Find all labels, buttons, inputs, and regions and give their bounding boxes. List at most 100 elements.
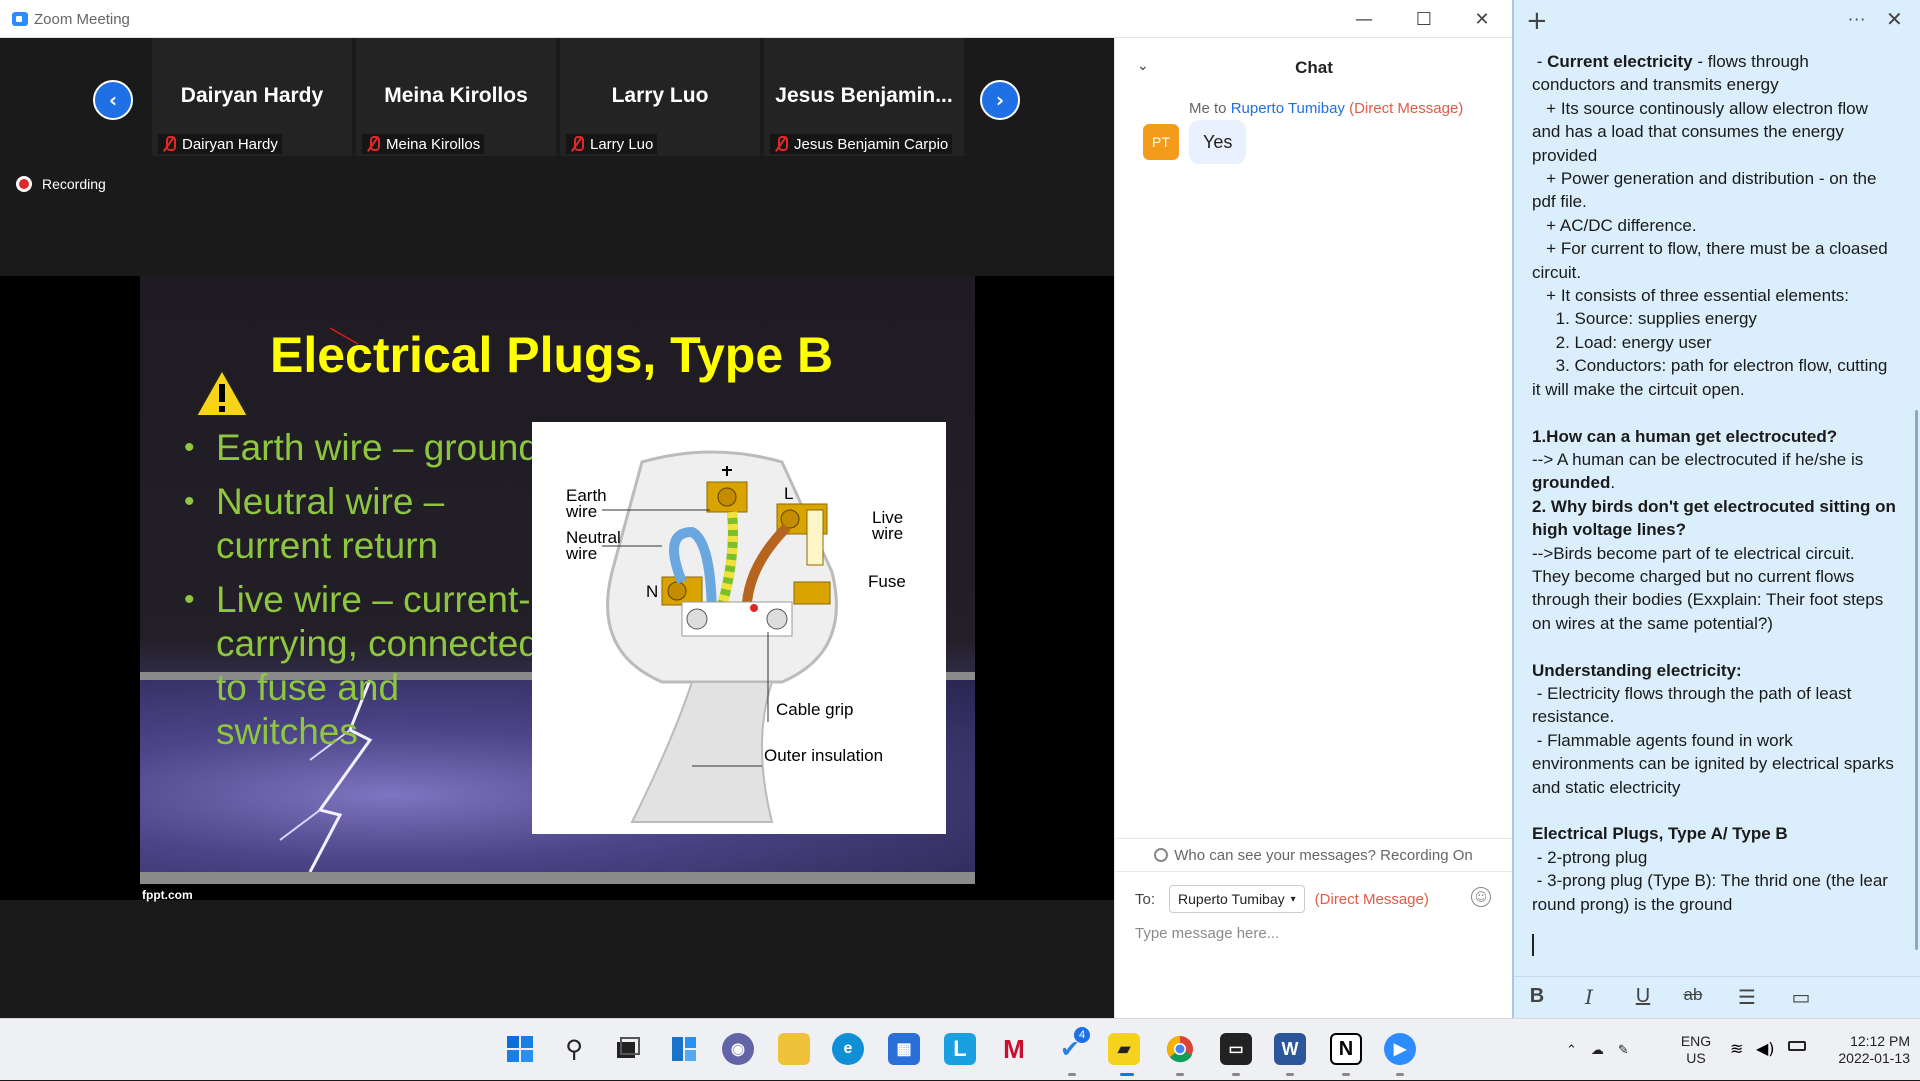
note-line: Understanding electricity: [1532,659,1904,682]
participant-tile[interactable]: Meina Kirollos Meina Kirollos [356,38,556,156]
note-text: + It consists of three essential element… [1532,286,1850,306]
microsoft-store-icon[interactable]: ▦ [888,1033,920,1065]
note-line [1532,799,1904,822]
participant-name: Jesus Benjamin Carpio [794,135,949,153]
note-text: it will make the cirtcuit open. [1532,379,1745,399]
note-bold-text: Understanding electricity: [1532,660,1742,680]
minimize-icon[interactable]: — [1334,0,1394,38]
note-text: on wires at the same potential?) [1532,613,1773,633]
terminal-icon[interactable]: ▭ [1220,1033,1252,1065]
onedrive-icon[interactable]: ☁ [1591,1043,1604,1058]
note-line: 1. Source: supplies energy [1532,307,1904,330]
note-text [1532,801,1537,820]
note-line: and has a load that consumes the energy [1532,120,1904,143]
sticky-notes-icon[interactable]: ▰ [1108,1033,1140,1065]
note-line: - 3-prong plug (Type B): The thrid one (… [1532,869,1904,892]
strikethrough-button[interactable]: ab [1678,985,1708,1005]
note-line: --> A human can be electrocuted if he/sh… [1532,448,1904,471]
note-text: - 2-ptrong plug [1532,847,1648,867]
note-line: high voltage lines? [1532,518,1904,541]
zoom-window: Zoom Meeting — ☐ ✕ ‹ Dairyan Hardy Dairy… [0,0,1512,1018]
note-line: + It consists of three essential element… [1532,284,1904,307]
running-indicator [1068,1073,1076,1076]
add-note-icon[interactable]: + [1526,6,1548,36]
gallery-next-button[interactable]: › [980,80,1020,120]
wifi-icon[interactable]: ≋ [1730,1039,1743,1058]
mic-muted-icon [570,136,584,152]
note-text: - flows through [1692,52,1809,71]
mic-muted-icon [774,136,788,152]
image-icon[interactable]: ▭ [1786,985,1816,1009]
note-line: They become charged but no current flows [1532,565,1904,588]
underline-button[interactable]: U [1628,985,1658,1008]
more-options-icon[interactable]: ··· [1848,10,1866,29]
chevron-up-icon[interactable]: ⌃ [1566,1043,1577,1058]
note-text: and static electricity [1532,777,1681,797]
diagram-label-cable-grip: Cable grip [776,700,854,719]
note-line: conductors and transmits energy [1532,73,1904,96]
note-content[interactable]: - Current electricity - flows through con… [1532,50,1904,916]
diagram-label-neutral: Neutral wire [566,528,621,563]
running-indicator [1396,1073,1404,1076]
mcafee-icon[interactable]: M [998,1033,1030,1065]
task-view-icon[interactable] [612,1033,644,1065]
zoom-icon[interactable]: ▶ [1384,1033,1416,1065]
clock[interactable]: 12:12 PM 2022-01-13 [1818,1033,1910,1067]
note-line: resistance. [1532,705,1904,728]
running-indicator [1286,1073,1294,1076]
close-icon[interactable]: ✕ [1886,7,1903,31]
italic-button[interactable]: I [1574,985,1604,1009]
diagram-label-l: L [784,484,794,503]
recording-indicator[interactable]: Recording [16,176,106,192]
scrollbar[interactable] [1915,410,1918,950]
note-line: grounded. [1532,471,1904,494]
close-window-icon[interactable]: ✕ [1452,0,1512,38]
chat-panel: ⌄ Chat Me to Ruperto Tumibay (Direct Mes… [1114,38,1512,1018]
bold-button[interactable]: B [1522,985,1552,1008]
widgets-icon[interactable] [668,1033,700,1065]
recipient-select[interactable]: Ruperto Tumibay ▾ [1169,885,1305,913]
note-bold-text: 2. Why birds don't get electrocuted sitt… [1532,496,1896,516]
maximize-icon[interactable]: ☐ [1394,0,1454,38]
note-line: - Flammable agents found in work [1532,729,1904,752]
chrome-icon[interactable] [1164,1033,1196,1065]
direct-message-tag: (Direct Message) [1349,100,1464,117]
notion-icon[interactable]: N [1330,1033,1362,1065]
slide-footer: fppt.com [142,888,193,902]
note-line: - 2-ptrong plug [1532,846,1904,869]
teams-chat-icon[interactable]: ◉ [722,1033,754,1065]
language-indicator[interactable]: ENG US [1676,1033,1716,1067]
participant-name-tag: Meina Kirollos [362,134,485,154]
note-text: 2. Load: energy user [1532,332,1712,352]
pen-icon[interactable]: ✎ [1618,1043,1629,1058]
plug-illustration [602,450,838,823]
participant-tile[interactable]: Dairyan Hardy Dairyan Hardy [152,38,352,156]
list-icon[interactable]: ☰ [1732,985,1762,1009]
diagram-label-outer-insulation: Outer insulation [764,746,884,765]
message-visibility-notice[interactable]: Who can see your messages? Recording On [1115,838,1512,872]
language-code: ENG [1680,1033,1712,1049]
windows-start-icon[interactable] [504,1033,536,1065]
note-line: - Current electricity - flows through [1532,50,1904,73]
message-recipient-link[interactable]: Ruperto Tumibay [1231,100,1345,117]
mic-muted-icon [366,136,380,152]
note-text: They become charged but no current flows [1532,566,1855,586]
participant-tile[interactable]: Larry Luo Larry Luo [560,38,760,156]
message-input[interactable] [1135,918,1495,948]
running-indicator [1232,1073,1240,1076]
edge-browser-icon[interactable]: e [832,1033,864,1065]
participant-name: Meina Kirollos [386,135,481,153]
emoji-icon[interactable]: ☺ [1471,887,1491,907]
note-line: through their bodies (Exxplain: Their fo… [1532,588,1904,611]
search-icon[interactable]: ⚲ [558,1033,590,1065]
note-line: 2. Load: energy user [1532,331,1904,354]
participant-tile[interactable]: Jesus Benjamin... Jesus Benjamin Carpio [764,38,964,156]
file-explorer-icon[interactable] [778,1033,810,1065]
l-app-icon[interactable]: L [944,1033,976,1065]
clock-time: 12:12 PM [1850,1033,1910,1049]
word-icon[interactable]: W [1274,1033,1306,1065]
note-text: provided [1532,145,1598,165]
gallery-prev-button[interactable]: ‹ [93,80,133,120]
battery-icon[interactable] [1788,1041,1806,1051]
volume-icon[interactable]: ◀) [1756,1039,1775,1058]
